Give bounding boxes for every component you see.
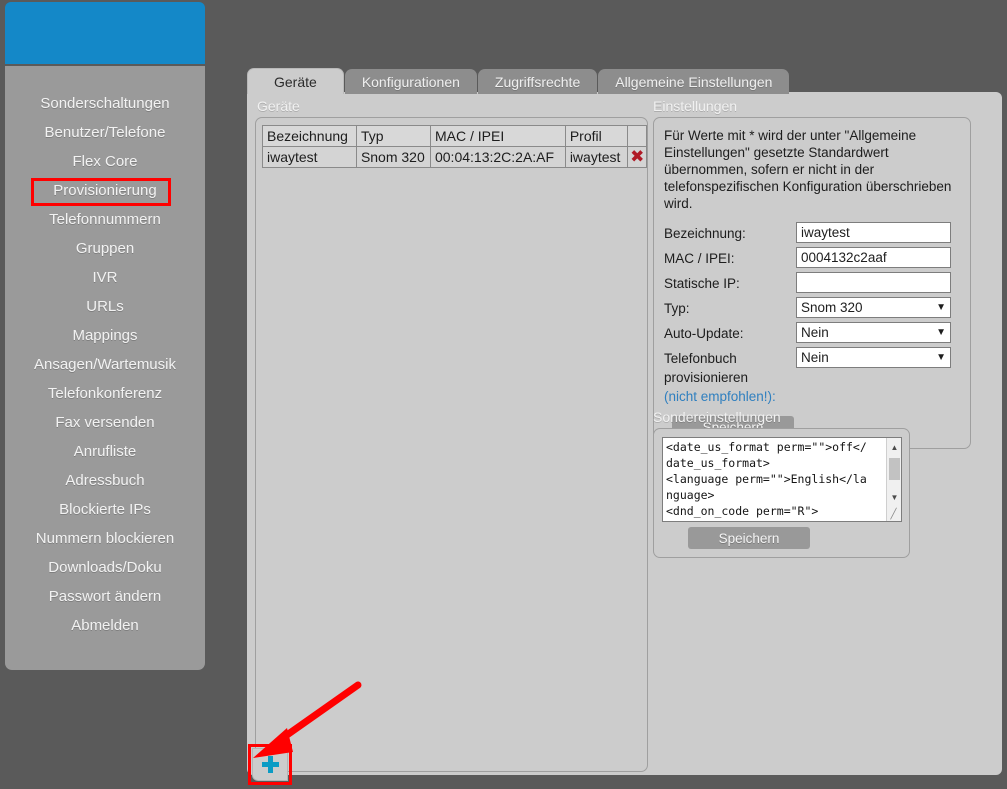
- column-header-mac-ipei: MAC / IPEI: [429, 125, 566, 147]
- main-content-panel: Geräte Bezeichnung Typ MAC / IPEI Profil: [247, 92, 1002, 775]
- devices-list-box: Bezeichnung Typ MAC / IPEI Profil iwayte…: [255, 117, 648, 772]
- label-telefonbuch-text: Telefonbuch provisionieren: [664, 351, 749, 385]
- statische-ip-input[interactable]: [796, 272, 951, 293]
- label-auto-update: Auto-Update:: [664, 326, 744, 341]
- auto-update-select[interactable]: Nein ▼: [796, 322, 951, 343]
- devices-table: Bezeichnung Typ MAC / IPEI Profil iwayte…: [262, 125, 647, 168]
- logo-banner: [5, 2, 205, 64]
- plus-icon: [261, 756, 279, 773]
- cell-profil: iwaytest: [564, 146, 629, 168]
- special-settings-section: Sondereinstellungen <date_us_format perm…: [653, 409, 973, 558]
- cell-typ: Snom 320: [355, 146, 431, 168]
- sidebar-item-benutzer-telefone[interactable]: Benutzer/Telefone: [5, 119, 205, 148]
- field-row-auto-update: Auto-Update: Nein ▼: [664, 322, 960, 343]
- column-header-actions: [627, 125, 647, 147]
- typ-select-value: Snom 320: [801, 300, 863, 315]
- field-row-bezeichnung: Bezeichnung:: [664, 222, 960, 243]
- sidebar-item-flex-core[interactable]: Flex Core: [5, 148, 205, 177]
- label-mac-ipei: MAC / IPEI:: [664, 251, 735, 266]
- scrollbar-thumb[interactable]: [889, 458, 900, 480]
- sidebar-item-abmelden[interactable]: Abmelden: [5, 612, 205, 641]
- table-header-row: Bezeichnung Typ MAC / IPEI Profil: [262, 125, 647, 147]
- sidebar-item-provisionierung[interactable]: Provisionierung: [5, 177, 205, 206]
- chevron-down-icon: ▼: [936, 327, 946, 338]
- sidebar-item-downloads-doku[interactable]: Downloads/Doku: [5, 554, 205, 583]
- sidebar-item-gruppen[interactable]: Gruppen: [5, 235, 205, 264]
- auto-update-select-value: Nein: [801, 325, 829, 340]
- app-window: Sonderschaltungen Benutzer/Telefone Flex…: [0, 0, 1007, 789]
- bezeichnung-input[interactable]: [796, 222, 951, 243]
- special-settings-textarea[interactable]: <date_us_format perm="">off</date_us_for…: [662, 437, 902, 522]
- tab-zugriffsrechte[interactable]: Zugriffsrechte: [477, 69, 598, 94]
- telefonbuch-select[interactable]: Nein ▼: [796, 347, 951, 368]
- caret-down-icon[interactable]: ▼: [887, 490, 901, 505]
- label-telefonbuch: Telefonbuch provisionieren (nicht empfoh…: [664, 347, 796, 406]
- label-statische-ip: Statische IP:: [664, 276, 740, 291]
- cell-delete[interactable]: ✖: [627, 146, 647, 168]
- sidebar-item-telefonkonferenz[interactable]: Telefonkonferenz: [5, 380, 205, 409]
- mac-ipei-input[interactable]: [796, 247, 951, 268]
- settings-legend: Einstellungen: [653, 98, 738, 114]
- chevron-down-icon: ▼: [936, 352, 946, 363]
- sidebar-item-ansagen-wartemusik[interactable]: Ansagen/Wartemusik: [5, 351, 205, 380]
- devices-legend: Geräte: [257, 98, 300, 114]
- sidebar-nav: Sonderschaltungen Benutzer/Telefone Flex…: [5, 66, 205, 670]
- settings-section: Einstellungen Für Werte mit * wird der u…: [653, 98, 973, 449]
- sidebar-item-anrufliste[interactable]: Anrufliste: [5, 438, 205, 467]
- tab-allgemeine-einstellungen[interactable]: Allgemeine Einstellungen: [598, 69, 790, 94]
- sidebar-item-blockierte-ips[interactable]: Blockierte IPs: [5, 496, 205, 525]
- field-row-typ: Typ: Snom 320 ▼: [664, 297, 960, 318]
- telefonbuch-select-value: Nein: [801, 350, 829, 365]
- column-header-bezeichnung: Bezeichnung: [262, 125, 357, 147]
- column-header-typ: Typ: [355, 125, 431, 147]
- special-settings-box: <date_us_format perm="">off</date_us_for…: [653, 428, 910, 558]
- cell-bezeichnung: iwaytest: [262, 146, 357, 168]
- devices-section: Geräte Bezeichnung Typ MAC / IPEI Profil: [255, 98, 648, 772]
- resize-handle-icon[interactable]: ╱: [887, 508, 900, 521]
- special-settings-legend: Sondereinstellungen: [653, 409, 781, 425]
- table-row[interactable]: iwaytest Snom 320 00:04:13:2C:2A:AF iway…: [262, 146, 647, 168]
- sidebar-item-passwort-aendern[interactable]: Passwort ändern: [5, 583, 205, 612]
- add-device-button[interactable]: [252, 748, 288, 781]
- sidebar-item-fax-versenden[interactable]: Fax versenden: [5, 409, 205, 438]
- delete-x-icon[interactable]: ✖: [628, 147, 646, 167]
- sidebar-item-adressbuch[interactable]: Adressbuch: [5, 467, 205, 496]
- tab-bar: Geräte Konfigurationen Zugriffsrechte Al…: [247, 68, 790, 94]
- sidebar-item-mappings[interactable]: Mappings: [5, 322, 205, 351]
- column-header-profil: Profil: [564, 125, 629, 147]
- sidebar-item-telefonnummern[interactable]: Telefonnummern: [5, 206, 205, 235]
- chevron-down-icon: ▼: [936, 302, 946, 313]
- label-typ: Typ:: [664, 301, 690, 316]
- tab-geraete[interactable]: Geräte: [247, 68, 344, 94]
- settings-info-text: Für Werte mit * wird der unter "Allgemei…: [664, 128, 952, 211]
- special-settings-save-button[interactable]: Speichern: [688, 527, 810, 549]
- sidebar-item-sonderschaltungen[interactable]: Sonderschaltungen: [5, 90, 205, 119]
- field-row-telefonbuch: Telefonbuch provisionieren (nicht empfoh…: [664, 347, 960, 406]
- caret-up-icon[interactable]: ▲: [887, 440, 901, 455]
- sidebar-item-nummern-blockieren[interactable]: Nummern blockieren: [5, 525, 205, 554]
- label-telefonbuch-hint: (nicht empfohlen!):: [664, 389, 776, 404]
- sidebar-item-ivr[interactable]: IVR: [5, 264, 205, 293]
- label-bezeichnung: Bezeichnung:: [664, 226, 746, 241]
- field-row-statische-ip: Statische IP:: [664, 272, 960, 293]
- sidebar-item-urls[interactable]: URLs: [5, 293, 205, 322]
- typ-select[interactable]: Snom 320 ▼: [796, 297, 951, 318]
- field-row-mac-ipei: MAC / IPEI:: [664, 247, 960, 268]
- settings-box: Für Werte mit * wird der unter "Allgemei…: [653, 117, 971, 449]
- special-settings-textarea-value: <date_us_format perm="">off</date_us_for…: [666, 440, 867, 521]
- tab-konfigurationen[interactable]: Konfigurationen: [344, 69, 477, 94]
- cell-mac-ipei: 00:04:13:2C:2A:AF: [429, 146, 566, 168]
